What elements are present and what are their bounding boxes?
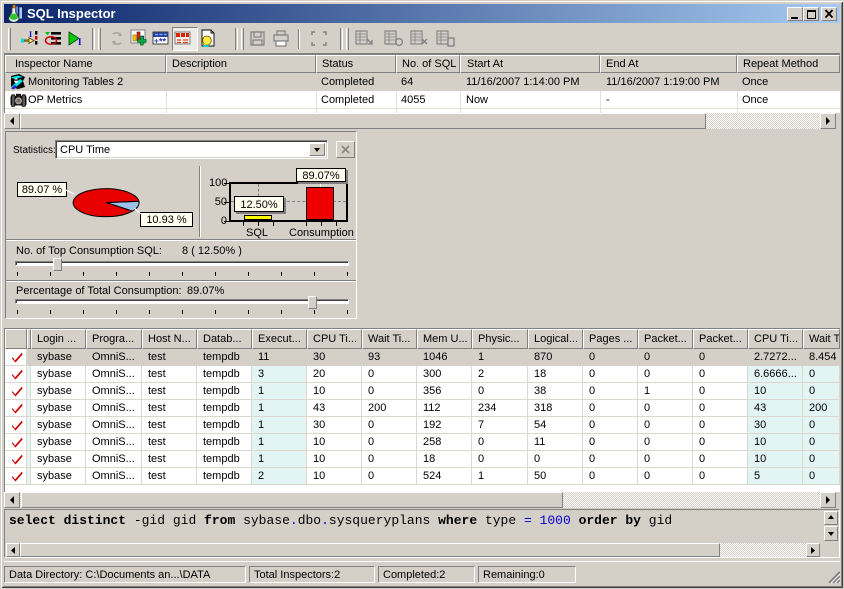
svg-text:I: I	[78, 37, 82, 47]
svg-text:**: **	[159, 37, 167, 47]
